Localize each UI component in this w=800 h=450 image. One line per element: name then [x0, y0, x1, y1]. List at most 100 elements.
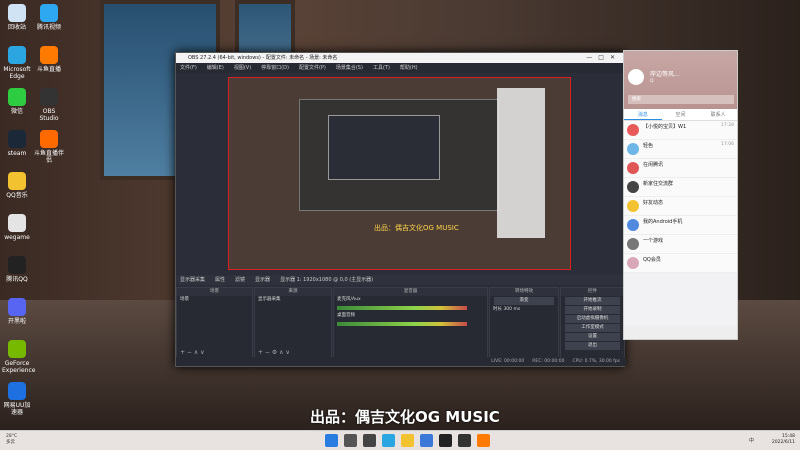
- desktop-icon[interactable]: 开黑啦: [2, 298, 32, 325]
- status-item: LIVE: 00:00:00: [491, 359, 525, 364]
- controls-dock[interactable]: 控件 开始推流 开始录制 启动虚拟摄像机 工作室模式 设置 退出: [560, 287, 625, 359]
- edge-icon[interactable]: [382, 434, 395, 447]
- scenes-dock[interactable]: 场景 场景 + − ∧ ∨: [176, 287, 253, 359]
- desktop-icon[interactable]: 回收站: [2, 4, 32, 31]
- weather-widget[interactable]: 28°C 多云: [6, 434, 17, 446]
- menu-item[interactable]: 工具(T): [373, 65, 390, 71]
- toolbar-item[interactable]: 属性: [215, 277, 225, 283]
- app-icon: [40, 46, 58, 64]
- list-item[interactable]: 我的Android手机: [624, 216, 737, 235]
- sources-dock[interactable]: 来源 显示器采集 + − ⚙ ∧ ∨: [254, 287, 332, 359]
- desktop-icon[interactable]: OBS Studio: [34, 88, 64, 122]
- desktop-icon[interactable]: GeForce Experience: [2, 340, 35, 374]
- desktop-icon[interactable]: 网易UU加速器: [2, 382, 32, 416]
- obs-source-toolbar[interactable]: 显示器采集 属性 滤镜 显示器 显示器 1: 1920x1080 @ 0,0 (主显示器…: [176, 275, 626, 285]
- qq-username: 岸边等风...: [650, 71, 680, 78]
- desktop-icon[interactable]: wegame: [2, 214, 32, 241]
- scene-item[interactable]: 场景: [177, 296, 252, 304]
- desktop-icon-label: QQ音乐: [6, 192, 28, 199]
- menu-item[interactable]: 停靠窗口(D): [261, 65, 289, 71]
- obs-titlebar[interactable]: OBS 27.2.4 (64-bit, windows) - 配置文件: 未命名…: [176, 53, 624, 63]
- start-recording-button[interactable]: 开始录制: [565, 306, 620, 314]
- toolbar-item[interactable]: 显示器 1: 1920x1080 @ 0,0 (主显示器): [280, 277, 373, 283]
- desktop-icon[interactable]: steam: [2, 130, 32, 157]
- transitions-dock[interactable]: 转场特效 渐变 时长 300 ms: [489, 287, 559, 359]
- volume-meter[interactable]: [337, 306, 467, 310]
- clock-date: 2022/6/11: [771, 440, 795, 445]
- toolbar-item[interactable]: 显示器: [255, 277, 270, 283]
- qq-search-input[interactable]: 搜索: [628, 95, 734, 104]
- list-item[interactable]: QQ会员: [624, 254, 737, 273]
- start-streaming-button[interactable]: 开始推流: [565, 297, 620, 305]
- obs-window[interactable]: OBS 27.2.4 (64-bit, windows) - 配置文件: 未命名…: [175, 52, 626, 367]
- menu-item[interactable]: 配置文件(P): [299, 65, 326, 71]
- desktop-icon[interactable]: 斗鱼直播: [34, 46, 64, 73]
- source-item[interactable]: 显示器采集: [255, 296, 331, 304]
- qq-tabs[interactable]: 消息 空间 联系人: [624, 109, 737, 121]
- status-item: CPU: 0.7%, 30.00 fps: [572, 359, 621, 364]
- avatar: [627, 162, 639, 174]
- list-item[interactable]: 一个游戏: [624, 235, 737, 254]
- task-view-icon[interactable]: [363, 434, 376, 447]
- explorer-icon[interactable]: [401, 434, 414, 447]
- douyu-icon[interactable]: [477, 434, 490, 447]
- volume-meter[interactable]: [337, 322, 467, 326]
- menu-item[interactable]: 场景集合(S): [336, 65, 363, 71]
- chat-name: 【小悦的宝贝】W1: [643, 124, 687, 130]
- tray-ime[interactable]: 中: [749, 437, 754, 444]
- list-item[interactable]: 在闲腾讯: [624, 159, 737, 178]
- menu-item[interactable]: 编辑(E): [207, 65, 224, 71]
- desktop-icon[interactable]: 腾讯QQ: [2, 256, 32, 283]
- list-item[interactable]: 新家住交流群: [624, 178, 737, 197]
- list-item[interactable]: 轻色 17:06: [624, 140, 737, 159]
- qq-chat-list[interactable]: 【小悦的宝贝】W1 17:28 轻色 17:06 在闲腾讯新家住交流群 好友动态我的And…: [624, 121, 737, 273]
- dock-footer-icons[interactable]: + − ⚙ ∧ ∨: [258, 349, 290, 356]
- dock-footer-icons[interactable]: + − ∧ ∨: [180, 349, 205, 356]
- toolbar-item[interactable]: 显示器采集: [180, 277, 205, 283]
- qq-panel[interactable]: 岸边等风... Q 搜索 消息 空间 联系人 【小悦的宝贝】W1 17:28 轻色 1…: [623, 50, 738, 340]
- chat-name: 新家住交流群: [643, 181, 674, 187]
- start-icon[interactable]: [325, 434, 338, 447]
- store-icon[interactable]: [420, 434, 433, 447]
- desktop-icon-label: 斗鱼直播: [36, 66, 61, 73]
- desktop-icon[interactable]: 斗鱼直播伴侣: [34, 130, 64, 164]
- desktop-icon[interactable]: 腾讯视频: [34, 4, 64, 31]
- obs-preview[interactable]: 出品：偶吉文化OG MUSIC: [228, 77, 571, 270]
- mixer-dock[interactable]: 混音器 麦克风/Aux 桌面音频: [333, 287, 488, 359]
- clock[interactable]: 15:48 2022/6/11: [772, 434, 795, 446]
- app-icon: [8, 88, 26, 106]
- menu-item[interactable]: 帮助(H): [400, 65, 418, 71]
- list-item[interactable]: 好友动态: [624, 197, 737, 216]
- avatar: [627, 257, 639, 269]
- menu-item[interactable]: 文件(F): [180, 65, 197, 71]
- desktop-icon[interactable]: Microsoft Edge: [2, 46, 32, 80]
- transition-duration[interactable]: 时长 300 ms: [490, 306, 558, 314]
- list-item[interactable]: 【小悦的宝贝】W1 17:28: [624, 121, 737, 140]
- studio-mode-button[interactable]: 工作室模式: [565, 324, 620, 332]
- duration-label: 时长: [493, 307, 502, 312]
- tab-messages[interactable]: 消息: [624, 109, 662, 120]
- toolbar-item[interactable]: 滤镜: [235, 277, 245, 283]
- settings-button[interactable]: 设置: [565, 333, 620, 341]
- transition-select[interactable]: 渐变: [494, 297, 554, 305]
- search-icon[interactable]: [344, 434, 357, 447]
- desktop-icon[interactable]: 微信: [2, 88, 32, 115]
- preview-qq-panel: [497, 88, 545, 238]
- desktop-icon[interactable]: QQ音乐: [2, 172, 32, 199]
- obs-menubar[interactable]: 文件(F) 编辑(E) 视图(V) 停靠窗口(D) 配置文件(P) 场景集合(S) 工具(T…: [176, 63, 624, 73]
- exit-button[interactable]: 退出: [565, 342, 620, 350]
- qq-icon[interactable]: [439, 434, 452, 447]
- duration-value: 300 ms: [503, 307, 521, 312]
- app-icon: [8, 382, 26, 400]
- taskbar[interactable]: 28°C 多云 中 15:48 2022/6/11: [0, 430, 800, 450]
- chat-name: 好友动态: [643, 200, 664, 206]
- tab-space[interactable]: 空间: [662, 109, 700, 120]
- window-controls[interactable]: —□✕: [586, 53, 621, 63]
- taskbar-apps[interactable]: [322, 434, 493, 447]
- desktop-icon-label: steam: [7, 150, 27, 157]
- avatar[interactable]: [628, 69, 644, 85]
- obs-icon[interactable]: [458, 434, 471, 447]
- tab-contacts[interactable]: 联系人: [699, 109, 737, 120]
- menu-item[interactable]: 视图(V): [234, 65, 251, 71]
- virtual-camera-button[interactable]: 启动虚拟摄像机: [565, 315, 620, 323]
